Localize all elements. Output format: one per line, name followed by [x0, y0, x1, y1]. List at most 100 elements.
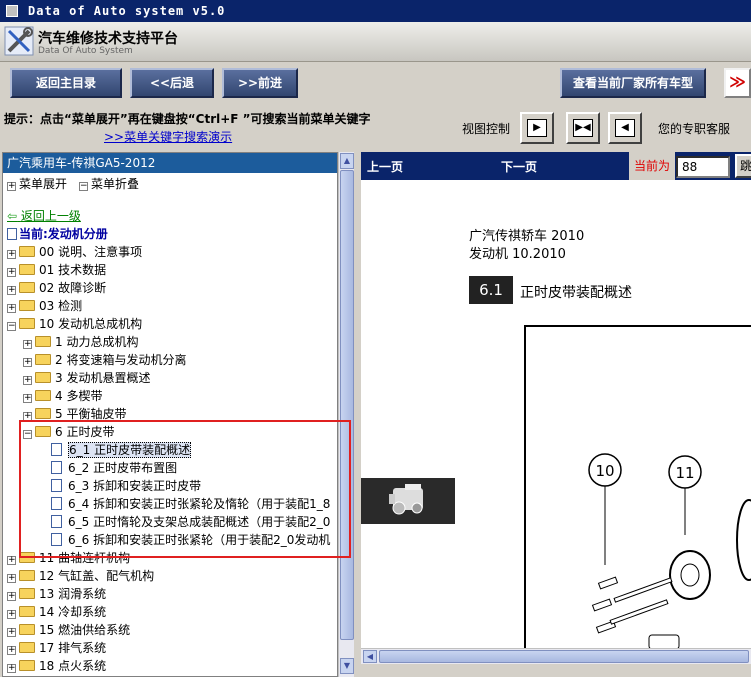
view-right-button[interactable]: ▶: [520, 112, 554, 144]
panel-splitter[interactable]: [354, 152, 361, 677]
callout-11: 11: [675, 464, 695, 482]
prev-page-button[interactable]: 上一页: [367, 158, 403, 175]
tree-folder-item[interactable]: +17 排气系统: [7, 639, 106, 657]
expand-node-icon[interactable]: +: [7, 592, 16, 601]
expand-node-icon[interactable]: +: [7, 628, 16, 637]
tree-folder-item[interactable]: +4 多楔带: [23, 387, 102, 405]
tree-folder-item[interactable]: +13 润滑系统: [7, 585, 106, 603]
scroll-down-icon[interactable]: ▼: [340, 658, 354, 674]
back-up-link[interactable]: ⇦ 返回上一级: [7, 207, 81, 224]
menu-scrollbar[interactable]: ▲ ▼: [338, 152, 354, 677]
hint-bar: 提示：点击“菜单展开”再在键盘按“Ctrl+F ”可搜索当前菜单关键字 >>菜单…: [0, 106, 751, 152]
tree-folder-item[interactable]: +03 检测: [7, 297, 82, 315]
home-button[interactable]: 返回主目录: [10, 68, 122, 98]
tree-folder-item[interactable]: +15 燃油供给系统: [7, 621, 130, 639]
folder-icon: [19, 246, 35, 257]
expand-node-icon[interactable]: +: [7, 268, 16, 277]
tree-folder-item[interactable]: +12 气缸盖、配气机构: [7, 567, 154, 585]
tree-item-label: 13 润滑系统: [39, 587, 107, 601]
tree-item-label: 18 点火系统: [39, 659, 107, 673]
expand-node-icon[interactable]: +: [23, 340, 32, 349]
current-section-label: 当前:发动机分册: [19, 227, 108, 241]
expand-node-icon[interactable]: +: [7, 556, 16, 565]
back-button[interactable]: <<后退: [130, 68, 214, 98]
scroll-left-icon[interactable]: ◀: [363, 650, 377, 663]
next-page-button[interactable]: 下一页: [501, 158, 537, 175]
folder-icon: [19, 264, 35, 275]
doc-line-2: 发动机 10.2010: [469, 247, 566, 262]
tree-item-label: 17 排气系统: [39, 641, 107, 655]
engine-icon: [389, 484, 423, 515]
viewer-hscrollbar[interactable]: ◀: [361, 648, 751, 664]
collapse-node-icon[interactable]: −: [7, 322, 16, 331]
expand-node-icon[interactable]: +: [7, 610, 16, 619]
all-models-button[interactable]: 查看当前厂家所有车型: [560, 68, 706, 98]
folder-icon: [19, 606, 35, 617]
collapse-all-label: 菜单折叠: [91, 177, 140, 191]
folder-icon: [19, 660, 35, 671]
tree-folder-item[interactable]: +1 动力总成机构: [23, 333, 138, 351]
arrow-right-icon: ▶: [527, 119, 547, 137]
folder-icon: [19, 642, 35, 653]
hscroll-thumb[interactable]: [379, 650, 749, 663]
expand-node-icon[interactable]: +: [7, 664, 16, 673]
folder-icon: [19, 624, 35, 635]
go-page-button[interactable]: 跳: [735, 154, 751, 178]
expand-node-icon[interactable]: +: [23, 358, 32, 367]
app-header: 汽车维修技术支持平台 Data Of Auto System: [0, 22, 751, 62]
section-number: 6.1: [469, 276, 513, 304]
customer-service-label[interactable]: 您的专职客服: [658, 120, 730, 137]
tree-folder-item[interactable]: +3 发动机悬置概述: [23, 369, 150, 387]
tree-folder-item[interactable]: − 10 发动机总成机构: [7, 315, 142, 333]
forward-button[interactable]: >>前进: [222, 68, 298, 98]
folder-icon: [19, 570, 35, 581]
tree-item-label: 3 发动机悬置概述: [55, 371, 151, 385]
tree-folder-item[interactable]: +14 冷却系统: [7, 603, 106, 621]
view-split-button[interactable]: ▶◀: [566, 112, 600, 144]
scroll-up-icon[interactable]: ▲: [340, 153, 354, 169]
tree-folder-item[interactable]: +01 技术数据: [7, 261, 106, 279]
app-icon: [6, 5, 18, 17]
expand-node-icon[interactable]: +: [7, 250, 16, 259]
tree-item-label: 01 技术数据: [39, 263, 107, 277]
green-arrow-left-icon: ⇦: [7, 209, 18, 223]
tree-item-label: 10 发动机总成机构: [39, 317, 143, 331]
tree-folder-item[interactable]: +00 说明、注意事项: [7, 243, 142, 261]
expand-all-button[interactable]: + 菜单展开: [7, 175, 67, 192]
tree-item-label: 5 平衡轴皮带: [55, 407, 127, 421]
engine-thumbnail[interactable]: [361, 478, 455, 524]
viewer-side-strip: [361, 180, 463, 677]
tree-item-label: 14 冷却系统: [39, 605, 107, 619]
expand-node-icon[interactable]: +: [23, 394, 32, 403]
expand-node-icon[interactable]: +: [7, 646, 16, 655]
search-demo-link[interactable]: >>菜单关键字搜索演示: [104, 128, 232, 145]
expand-node-icon[interactable]: +: [7, 286, 16, 295]
folder-icon: [19, 300, 35, 311]
section-title: 正时皮带装配概述: [520, 285, 632, 301]
view-left-button[interactable]: ◀: [608, 112, 642, 144]
tree-folder-item[interactable]: +02 故障诊断: [7, 279, 106, 297]
current-page-label: 当前为: [629, 152, 675, 180]
toolbar: 返回主目录 <<后退 >>前进 查看当前厂家所有车型 ≫: [0, 62, 751, 106]
tree-folder-item[interactable]: +18 点火系统: [7, 657, 106, 675]
folder-icon: [35, 354, 51, 365]
bottom-bar: [361, 664, 751, 677]
tree-folder-item[interactable]: +2 将变速箱与发动机分离: [23, 351, 186, 369]
expand-node-icon[interactable]: +: [23, 376, 32, 385]
more-button[interactable]: ≫: [724, 68, 751, 98]
window-title: Data of Auto system v5.0: [28, 4, 226, 18]
folder-icon: [35, 372, 51, 383]
folder-icon: [35, 390, 51, 401]
folder-icon: [35, 408, 51, 419]
tree-item-label: 03 检测: [39, 299, 83, 313]
expand-node-icon[interactable]: +: [7, 574, 16, 583]
page-number-input[interactable]: [676, 156, 730, 178]
callout-10: 10: [595, 462, 615, 480]
expand-node-icon[interactable]: +: [7, 304, 16, 313]
collapse-all-button[interactable]: − 菜单折叠: [79, 175, 139, 192]
tools-logo-icon: [4, 26, 34, 56]
tree-item-label: 15 燃油供给系统: [39, 623, 131, 637]
arrow-left-icon: ◀: [615, 119, 635, 137]
tree-item-label: 00 说明、注意事项: [39, 245, 143, 259]
scroll-thumb[interactable]: [340, 170, 354, 640]
